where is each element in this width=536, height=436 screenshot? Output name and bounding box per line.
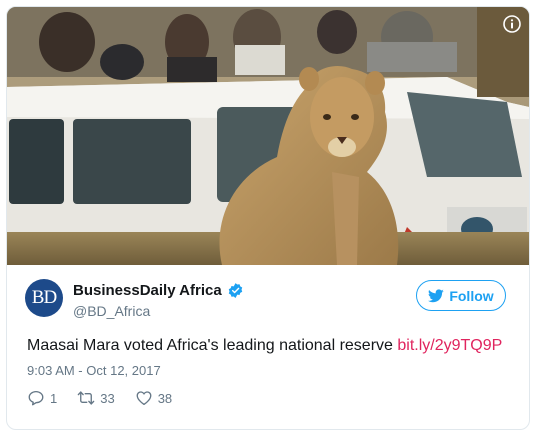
follow-label: Follow <box>449 287 494 304</box>
like-button[interactable]: 38 <box>135 389 172 407</box>
verified-icon <box>228 283 242 298</box>
twitter-bird-icon <box>428 288 445 302</box>
avatar[interactable]: BD <box>25 279 63 317</box>
author-name-row[interactable]: BusinessDaily Africa <box>73 282 244 299</box>
tweet-photo[interactable] <box>7 7 529 265</box>
like-count: 38 <box>157 390 173 406</box>
info-icon[interactable] <box>503 15 521 33</box>
retweet-count: 33 <box>100 390 115 406</box>
retweet-button[interactable]: 33 <box>77 389 115 407</box>
like-icon <box>136 391 152 406</box>
tweet-actions: 1 33 38 <box>27 389 192 407</box>
lion-safari-image <box>7 7 529 265</box>
tweet-timestamp[interactable]: 9:03 AM - Oct 12, 2017 <box>27 363 161 378</box>
tweet-card: BD BusinessDaily Africa @BD_Africa Follo… <box>6 6 530 430</box>
tweet-body: Maasai Mara voted Africa's leading natio… <box>27 337 393 354</box>
tweet-text: Maasai Mara voted Africa's leading natio… <box>27 337 502 355</box>
retweet-icon <box>77 391 95 405</box>
reply-icon <box>28 390 44 406</box>
tweet-link[interactable]: bit.ly/2y9TQ9P <box>397 337 502 354</box>
display-name[interactable]: BusinessDaily Africa <box>73 282 222 299</box>
author-handle[interactable]: @BD_Africa <box>73 303 150 319</box>
follow-button[interactable]: Follow <box>416 280 506 311</box>
avatar-text: BD <box>31 287 57 308</box>
reply-button[interactable]: 1 <box>27 389 57 407</box>
reply-count: 1 <box>50 390 58 406</box>
